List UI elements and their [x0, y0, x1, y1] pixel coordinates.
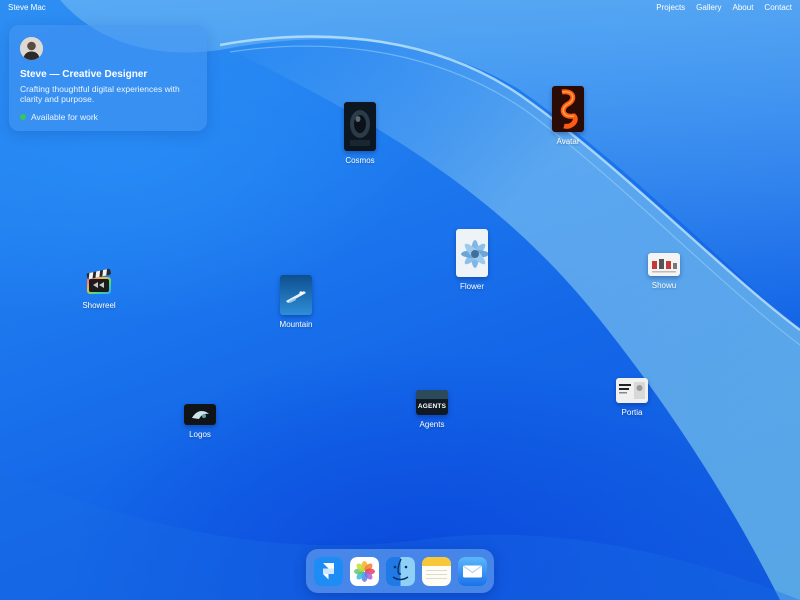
dock-mail[interactable]: [457, 556, 487, 586]
brand-name[interactable]: Steve Mac: [8, 3, 46, 12]
nav-gallery[interactable]: Gallery: [696, 3, 721, 12]
showu-thumbnail: [648, 253, 680, 276]
nav-contact[interactable]: Contact: [764, 3, 792, 12]
desktop-icon-label: Agents: [419, 420, 445, 429]
dock-notes[interactable]: [421, 556, 451, 586]
profile-name: Steve — Creative Designer: [20, 69, 148, 80]
desktop-icon-logos[interactable]: Logos: [165, 404, 235, 439]
desktop-icon-label: Avatar: [556, 137, 580, 146]
photos-icon: [349, 556, 379, 586]
dock-framer[interactable]: [313, 556, 343, 586]
nav-about[interactable]: About: [733, 3, 754, 12]
cosmos-thumbnail: [344, 102, 376, 151]
desktop-icon-showu[interactable]: Showu: [629, 253, 699, 290]
menu-bar: Steve Mac Projects Gallery About Contact: [0, 0, 800, 16]
availability-status: Available for work: [20, 112, 98, 122]
desktop-icon-mountain[interactable]: Mountain: [261, 275, 331, 329]
dock-photos[interactable]: [349, 556, 379, 586]
profile-tagline: Crafting thoughtful digital experiences …: [20, 84, 180, 104]
desktop-icon-flower[interactable]: Flower: [437, 229, 507, 291]
notes-icon: [421, 556, 451, 586]
dock-finder[interactable]: [385, 556, 415, 586]
desktop-icon-label: Flower: [459, 282, 484, 291]
status-text: Available for work: [31, 112, 98, 122]
desktop-icon-cosmos[interactable]: Cosmos: [325, 102, 395, 165]
desktop-icon-avatar[interactable]: Avatar: [533, 86, 603, 146]
avatar-portrait-icon: [20, 37, 43, 60]
desktop-icon-label: Showreel: [82, 301, 116, 310]
mail-icon: [457, 556, 487, 586]
desktop-icon-label: Mountain: [279, 320, 313, 329]
flower-thumbnail: [456, 229, 488, 277]
logos-thumbnail: [184, 404, 216, 425]
desktop-icon-label: Logos: [189, 430, 211, 439]
desktop-icon-label: Portia: [621, 408, 643, 417]
portia-thumbnail: [616, 378, 648, 403]
desktop-icon-label: Showu: [651, 281, 677, 290]
avatar-thumbnail: [552, 86, 584, 132]
desktop-icon-showreel[interactable]: Showreel: [64, 268, 134, 310]
nav-projects[interactable]: Projects: [656, 3, 685, 12]
profile-card: Steve — Creative Designer Crafting thoug…: [9, 25, 207, 131]
top-nav: Projects Gallery About Contact: [656, 3, 792, 12]
finder-icon: [385, 556, 415, 586]
desktop-icon-agents[interactable]: AGENTS Agents: [397, 390, 467, 429]
status-dot-icon: [20, 114, 26, 120]
dock: [306, 549, 494, 593]
desktop: Steve Mac Projects Gallery About Contact…: [0, 0, 800, 600]
desktop-icon-label: Cosmos: [345, 156, 375, 165]
agents-thumbnail-text: AGENTS: [417, 403, 447, 410]
final-cut-clapper-icon: [85, 268, 113, 296]
desktop-icon-portia[interactable]: Portia: [597, 378, 667, 417]
agents-thumbnail: AGENTS: [416, 390, 448, 415]
mountain-thumbnail: [280, 275, 312, 315]
avatar: [20, 37, 43, 60]
framer-icon: [313, 556, 343, 586]
